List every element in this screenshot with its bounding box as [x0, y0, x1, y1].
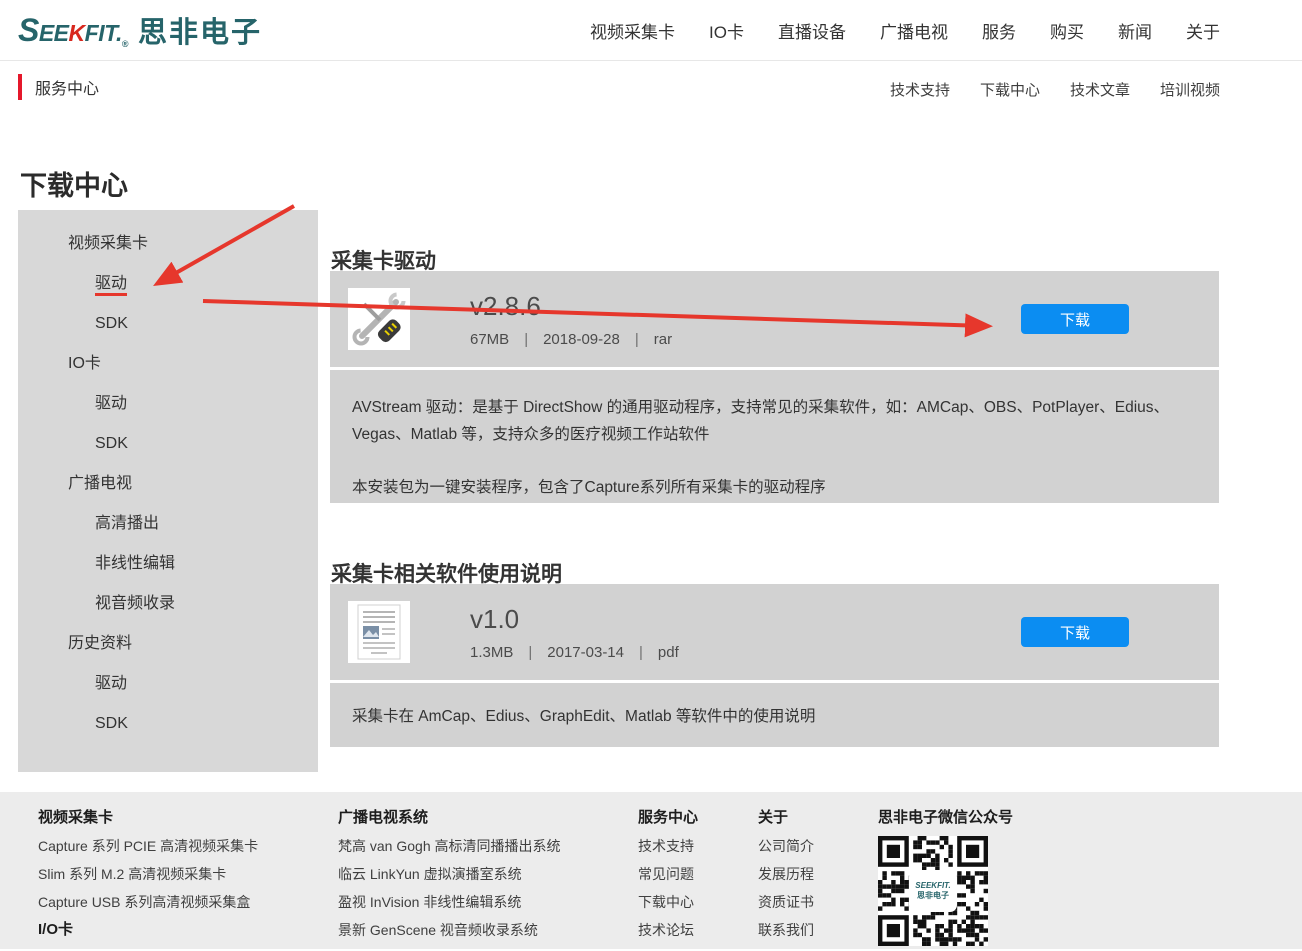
footer-col-service: 服务中心 技术支持 常见问题 下载中心 技术论坛 [638, 804, 698, 944]
manual-file-size: 1.3MB [470, 644, 513, 661]
subnav-item-training-videos[interactable]: 培训视频 [1160, 79, 1220, 100]
nav-item-capture-cards[interactable]: 视频采集卡 [590, 18, 675, 43]
nav-item-broadcast-tv[interactable]: 广播电视 [880, 18, 948, 43]
sidebar-item-io-sdk[interactable]: SDK [18, 424, 318, 464]
nav-item-about[interactable]: 关于 [1186, 18, 1220, 43]
sub-nav: 服务中心 技术支持 下载中心 技术文章 培训视频 [0, 61, 1302, 112]
document-icon [348, 601, 410, 663]
footer-link[interactable]: 联系我们 [758, 916, 814, 944]
driver-description-line1: AVStream 驱动：是基于 DirectShow 的通用驱动程序，支持常见的… [352, 394, 1189, 448]
category-list: 视频采集卡 驱动 SDK IO卡 驱动 SDK 广播电视 高清播出 非线性编辑 … [18, 224, 318, 744]
manual-card-header: v1.0 1.3MB|2017-03-14|pdf 下载 [330, 584, 1219, 680]
footer-link[interactable]: 资质证书 [758, 888, 814, 916]
nav-item-buy[interactable]: 购买 [1050, 18, 1084, 43]
footer-link[interactable]: 临云 LinkYun 虚拟演播室系统 [338, 860, 561, 888]
driver-version: v2.8.6 [470, 291, 672, 322]
nav-item-service[interactable]: 服务 [982, 18, 1016, 43]
breadcrumb-label: 服务中心 [35, 75, 99, 99]
subnav-item-tech-articles[interactable]: 技术文章 [1070, 79, 1130, 100]
sidebar-item-io-driver[interactable]: 驱动 [18, 384, 318, 424]
driver-file-meta: 67MB|2018-09-28|rar [470, 331, 672, 348]
qr-center-logo: SEEKFIT. 思非电子 [911, 872, 955, 910]
footer-col-capture: 视频采集卡 Capture 系列 PCIE 高清视频采集卡 Slim 系列 M.… [38, 804, 258, 944]
footer-link[interactable]: 公司简介 [758, 832, 814, 860]
nav-item-news[interactable]: 新闻 [1118, 18, 1152, 43]
driver-file-format: rar [654, 331, 672, 348]
driver-description-line2: 本安装包为一键安装程序，包含了Capture系列所有采集卡的驱动程序 [352, 474, 1189, 501]
footer-link[interactable]: 景新 GenScene 视音频收录系统 [338, 916, 561, 944]
manual-file-format: pdf [658, 644, 679, 661]
sidebar-item-nonlinear-edit[interactable]: 非线性编辑 [18, 544, 318, 584]
footer-link[interactable]: 下载中心 [638, 888, 698, 916]
category-sidebar: 视频采集卡 驱动 SDK IO卡 驱动 SDK 广播电视 高清播出 非线性编辑 … [18, 210, 318, 772]
subnav-item-download-center[interactable]: 下载中心 [980, 79, 1040, 100]
footer-header-wechat: 思非电子微信公众号 [878, 804, 1013, 832]
footer-link[interactable]: 技术支持 [638, 832, 698, 860]
manual-file-meta: 1.3MB|2017-03-14|pdf [470, 644, 679, 661]
driver-download-button[interactable]: 下载 [1021, 304, 1129, 334]
driver-card-header: v2.8.6 67MB|2018-09-28|rar 下载 [330, 271, 1219, 367]
wechat-qr-code: SEEKFIT. 思非电子 [878, 836, 988, 946]
manual-version: v1.0 [470, 604, 679, 635]
manual-download-button[interactable]: 下载 [1021, 617, 1129, 647]
sidebar-item-io-card[interactable]: IO卡 [18, 344, 318, 384]
footer-link[interactable]: 常见问题 [638, 860, 698, 888]
footer-link[interactable]: Slim 系列 M.2 高清视频采集卡 [38, 860, 258, 888]
sidebar-item-history-sdk[interactable]: SDK [18, 704, 318, 744]
red-accent-bar [18, 74, 22, 100]
page-title: 下载中心 [20, 164, 128, 203]
footer-link[interactable]: 技术论坛 [638, 916, 698, 944]
driver-file-size: 67MB [470, 331, 509, 348]
manual-file-date: 2017-03-14 [547, 644, 624, 661]
driver-file-date: 2018-09-28 [543, 331, 620, 348]
footer-header-about: 关于 [758, 804, 814, 832]
manual-description-line1: 采集卡在 AmCap、Edius、GraphEdit、Matlab 等软件中的使… [352, 703, 1189, 730]
brand-logo-wordmark: SEEKFIT.® [18, 12, 128, 49]
footer-col-wechat: 思非电子微信公众号 SEEKFIT. 思非电子 [878, 804, 1013, 946]
tools-icon [348, 288, 410, 350]
footer-link[interactable]: Capture 系列 PCIE 高清视频采集卡 [38, 832, 258, 860]
footer-header-broadcast: 广播电视系统 [338, 804, 561, 832]
sidebar-item-sdk[interactable]: SDK [18, 304, 318, 344]
subnav-links: 技术支持 下载中心 技术文章 培训视频 [890, 79, 1220, 100]
footer-link[interactable]: 梵高 van Gogh 高标清同播播出系统 [338, 832, 561, 860]
sidebar-item-broadcast-tv[interactable]: 广播电视 [18, 464, 318, 504]
sidebar-item-driver-selected[interactable]: 驱动 [18, 264, 318, 304]
footer-link[interactable]: Capture USB 系列高清视频采集盒 [38, 888, 258, 916]
footer-col-about: 关于 公司简介 发展历程 资质证书 联系我们 [758, 804, 814, 944]
site-footer: 视频采集卡 Capture 系列 PCIE 高清视频采集卡 Slim 系列 M.… [0, 792, 1302, 949]
main-nav: 视频采集卡 IO卡 直播设备 广播电视 服务 购买 新闻 关于 [590, 0, 1220, 60]
manual-card-description: 采集卡在 AmCap、Edius、GraphEdit、Matlab 等软件中的使… [330, 683, 1219, 747]
breadcrumb: 服务中心 [18, 74, 99, 100]
registered-mark: ® [122, 39, 128, 49]
subnav-item-tech-support[interactable]: 技术支持 [890, 79, 950, 100]
footer-header-io: I/O卡 [38, 916, 258, 944]
footer-header-service: 服务中心 [638, 804, 698, 832]
driver-card-description: AVStream 驱动：是基于 DirectShow 的通用驱动程序，支持常见的… [330, 370, 1219, 503]
sidebar-item-av-recording[interactable]: 视音频收录 [18, 584, 318, 624]
brand-logo-chinese: 思非电子 [138, 9, 262, 51]
footer-header-capture: 视频采集卡 [38, 804, 258, 832]
footer-col-broadcast: 广播电视系统 梵高 van Gogh 高标清同播播出系统 临云 LinkYun … [338, 804, 561, 944]
site-header: SEEKFIT.® 思非电子 视频采集卡 IO卡 直播设备 广播电视 服务 购买… [0, 0, 1302, 61]
sidebar-item-hd-playout[interactable]: 高清播出 [18, 504, 318, 544]
sidebar-item-history-driver[interactable]: 驱动 [18, 664, 318, 704]
sidebar-item-history[interactable]: 历史资料 [18, 624, 318, 664]
sidebar-item-video-capture[interactable]: 视频采集卡 [18, 224, 318, 264]
brand-logo[interactable]: SEEKFIT.® 思非电子 [18, 9, 262, 51]
footer-link[interactable]: 发展历程 [758, 860, 814, 888]
nav-item-live-devices[interactable]: 直播设备 [778, 18, 846, 43]
nav-item-io-cards[interactable]: IO卡 [709, 18, 744, 43]
footer-link[interactable]: 盈视 InVision 非线性编辑系统 [338, 888, 561, 916]
